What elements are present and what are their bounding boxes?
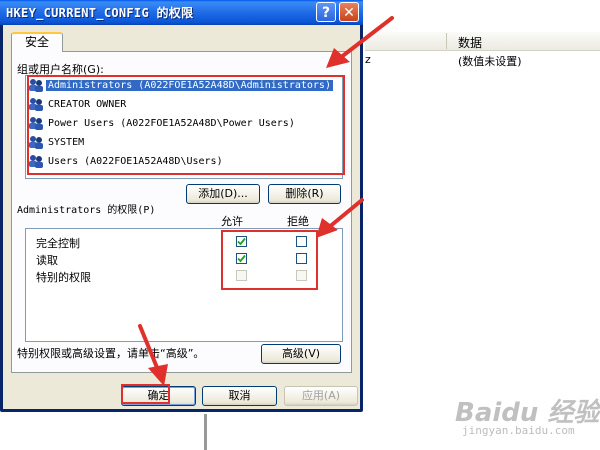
arrow-3-head <box>148 364 168 386</box>
arrow-2-shaft <box>326 198 364 230</box>
arrow-1-shaft <box>338 16 394 60</box>
annotation-arrows <box>138 16 394 386</box>
tab-security[interactable]: 安全 <box>11 32 63 52</box>
arrow-3-shaft <box>138 324 160 372</box>
